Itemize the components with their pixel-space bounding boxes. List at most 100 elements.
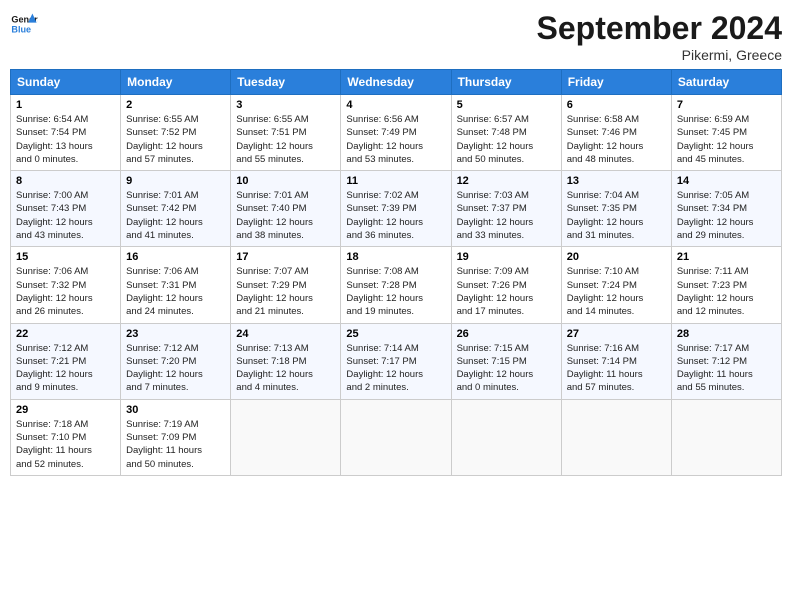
day-number: 15 bbox=[16, 251, 115, 263]
day-info: Sunrise: 7:10 AM Sunset: 7:24 PM Dayligh… bbox=[567, 265, 666, 318]
day-number: 1 bbox=[16, 99, 115, 111]
calendar-cell bbox=[561, 399, 671, 475]
day-number: 13 bbox=[567, 175, 666, 187]
day-number: 7 bbox=[677, 99, 776, 111]
day-number: 16 bbox=[126, 251, 225, 263]
calendar-cell: 28 Sunrise: 7:17 AM Sunset: 7:12 PM Dayli… bbox=[671, 323, 781, 399]
day-number: 6 bbox=[567, 99, 666, 111]
day-info: Sunrise: 7:12 AM Sunset: 7:21 PM Dayligh… bbox=[16, 342, 115, 395]
day-number: 28 bbox=[677, 328, 776, 340]
calendar-cell: 13 Sunrise: 7:04 AM Sunset: 7:35 PM Dayli… bbox=[561, 171, 671, 247]
day-info: Sunrise: 7:02 AM Sunset: 7:39 PM Dayligh… bbox=[346, 189, 445, 242]
calendar-cell: 5 Sunrise: 6:57 AM Sunset: 7:48 PM Daylig… bbox=[451, 95, 561, 171]
day-number: 18 bbox=[346, 251, 445, 263]
day-info: Sunrise: 6:56 AM Sunset: 7:49 PM Dayligh… bbox=[346, 113, 445, 166]
day-number: 25 bbox=[346, 328, 445, 340]
day-info: Sunrise: 7:12 AM Sunset: 7:20 PM Dayligh… bbox=[126, 342, 225, 395]
calendar-cell bbox=[671, 399, 781, 475]
calendar-cell: 2Sunrise: 6:55 AM Sunset: 7:52 PM Daylig… bbox=[121, 95, 231, 171]
day-info: Sunrise: 7:06 AM Sunset: 7:32 PM Dayligh… bbox=[16, 265, 115, 318]
calendar-table: SundayMondayTuesdayWednesdayThursdayFrid… bbox=[10, 69, 782, 476]
day-info: Sunrise: 6:55 AM Sunset: 7:52 PM Dayligh… bbox=[126, 113, 225, 166]
calendar-day-header: Wednesday bbox=[341, 70, 451, 95]
day-info: Sunrise: 7:15 AM Sunset: 7:15 PM Dayligh… bbox=[457, 342, 556, 395]
calendar-cell: 14 Sunrise: 7:05 AM Sunset: 7:34 PM Dayli… bbox=[671, 171, 781, 247]
day-number: 26 bbox=[457, 328, 556, 340]
calendar-cell: 26 Sunrise: 7:15 AM Sunset: 7:15 PM Dayli… bbox=[451, 323, 561, 399]
day-number: 20 bbox=[567, 251, 666, 263]
calendar-cell: 29 Sunrise: 7:18 AM Sunset: 7:10 PM Dayli… bbox=[11, 399, 121, 475]
calendar-day-header: Tuesday bbox=[231, 70, 341, 95]
day-info: Sunrise: 7:04 AM Sunset: 7:35 PM Dayligh… bbox=[567, 189, 666, 242]
calendar-cell: 17 Sunrise: 7:07 AM Sunset: 7:29 PM Dayli… bbox=[231, 247, 341, 323]
calendar-cell: 16Sunrise: 7:06 AM Sunset: 7:31 PM Dayli… bbox=[121, 247, 231, 323]
day-info: Sunrise: 6:55 AM Sunset: 7:51 PM Dayligh… bbox=[236, 113, 335, 166]
calendar-day-header: Saturday bbox=[671, 70, 781, 95]
calendar-cell: 1Sunrise: 6:54 AM Sunset: 7:54 PM Daylig… bbox=[11, 95, 121, 171]
svg-text:Blue: Blue bbox=[11, 24, 31, 34]
day-number: 9 bbox=[126, 175, 225, 187]
day-info: Sunrise: 7:01 AM Sunset: 7:40 PM Dayligh… bbox=[236, 189, 335, 242]
calendar-day-header: Thursday bbox=[451, 70, 561, 95]
calendar-cell: 27Sunrise: 7:16 AM Sunset: 7:14 PM Dayli… bbox=[561, 323, 671, 399]
day-number: 11 bbox=[346, 175, 445, 187]
calendar-cell: 10 Sunrise: 7:01 AM Sunset: 7:40 PM Dayli… bbox=[231, 171, 341, 247]
day-number: 30 bbox=[126, 404, 225, 416]
location-subtitle: Pikermi, Greece bbox=[537, 47, 782, 63]
day-number: 10 bbox=[236, 175, 335, 187]
calendar-cell: 20 Sunrise: 7:10 AM Sunset: 7:24 PM Dayli… bbox=[561, 247, 671, 323]
calendar-week-row: 22 Sunrise: 7:12 AM Sunset: 7:21 PM Dayli… bbox=[11, 323, 782, 399]
calendar-week-row: 15 Sunrise: 7:06 AM Sunset: 7:32 PM Dayli… bbox=[11, 247, 782, 323]
calendar-cell: 15 Sunrise: 7:06 AM Sunset: 7:32 PM Dayli… bbox=[11, 247, 121, 323]
day-number: 23 bbox=[126, 328, 225, 340]
calendar-cell: 24Sunrise: 7:13 AM Sunset: 7:18 PM Dayli… bbox=[231, 323, 341, 399]
calendar-cell: 4 Sunrise: 6:56 AM Sunset: 7:49 PM Daylig… bbox=[341, 95, 451, 171]
day-info: Sunrise: 7:03 AM Sunset: 7:37 PM Dayligh… bbox=[457, 189, 556, 242]
calendar-day-header: Sunday bbox=[11, 70, 121, 95]
day-number: 17 bbox=[236, 251, 335, 263]
calendar-cell: 6 Sunrise: 6:58 AM Sunset: 7:46 PM Daylig… bbox=[561, 95, 671, 171]
calendar-cell: 22 Sunrise: 7:12 AM Sunset: 7:21 PM Dayli… bbox=[11, 323, 121, 399]
calendar-cell: 18 Sunrise: 7:08 AM Sunset: 7:28 PM Dayli… bbox=[341, 247, 451, 323]
day-info: Sunrise: 7:07 AM Sunset: 7:29 PM Dayligh… bbox=[236, 265, 335, 318]
day-number: 3 bbox=[236, 99, 335, 111]
day-info: Sunrise: 7:19 AM Sunset: 7:09 PM Dayligh… bbox=[126, 418, 225, 471]
day-number: 12 bbox=[457, 175, 556, 187]
calendar-cell: 8 Sunrise: 7:00 AM Sunset: 7:43 PM Daylig… bbox=[11, 171, 121, 247]
day-number: 22 bbox=[16, 328, 115, 340]
day-info: Sunrise: 7:00 AM Sunset: 7:43 PM Dayligh… bbox=[16, 189, 115, 242]
month-title: September 2024 bbox=[537, 10, 782, 47]
calendar-cell: 19 Sunrise: 7:09 AM Sunset: 7:26 PM Dayli… bbox=[451, 247, 561, 323]
day-number: 8 bbox=[16, 175, 115, 187]
calendar-header-row: SundayMondayTuesdayWednesdayThursdayFrid… bbox=[11, 70, 782, 95]
day-number: 4 bbox=[346, 99, 445, 111]
day-info: Sunrise: 7:11 AM Sunset: 7:23 PM Dayligh… bbox=[677, 265, 776, 318]
calendar-cell: 12 Sunrise: 7:03 AM Sunset: 7:37 PM Dayli… bbox=[451, 171, 561, 247]
calendar-body: 1Sunrise: 6:54 AM Sunset: 7:54 PM Daylig… bbox=[11, 95, 782, 476]
day-info: Sunrise: 7:01 AM Sunset: 7:42 PM Dayligh… bbox=[126, 189, 225, 242]
logo: General Blue bbox=[10, 10, 38, 38]
day-number: 24 bbox=[236, 328, 335, 340]
logo-icon: General Blue bbox=[10, 10, 38, 38]
day-info: Sunrise: 6:58 AM Sunset: 7:46 PM Dayligh… bbox=[567, 113, 666, 166]
day-number: 19 bbox=[457, 251, 556, 263]
day-info: Sunrise: 7:09 AM Sunset: 7:26 PM Dayligh… bbox=[457, 265, 556, 318]
title-block: September 2024 Pikermi, Greece bbox=[537, 10, 782, 63]
calendar-cell: 3 Sunrise: 6:55 AM Sunset: 7:51 PM Daylig… bbox=[231, 95, 341, 171]
day-info: Sunrise: 7:18 AM Sunset: 7:10 PM Dayligh… bbox=[16, 418, 115, 471]
calendar-cell bbox=[231, 399, 341, 475]
calendar-cell: 7Sunrise: 6:59 AM Sunset: 7:45 PM Daylig… bbox=[671, 95, 781, 171]
day-info: Sunrise: 7:17 AM Sunset: 7:12 PM Dayligh… bbox=[677, 342, 776, 395]
calendar-week-row: 8 Sunrise: 7:00 AM Sunset: 7:43 PM Daylig… bbox=[11, 171, 782, 247]
day-info: Sunrise: 6:57 AM Sunset: 7:48 PM Dayligh… bbox=[457, 113, 556, 166]
day-number: 14 bbox=[677, 175, 776, 187]
day-number: 5 bbox=[457, 99, 556, 111]
day-info: Sunrise: 7:08 AM Sunset: 7:28 PM Dayligh… bbox=[346, 265, 445, 318]
day-info: Sunrise: 7:05 AM Sunset: 7:34 PM Dayligh… bbox=[677, 189, 776, 242]
calendar-cell bbox=[341, 399, 451, 475]
calendar-cell: 11 Sunrise: 7:02 AM Sunset: 7:39 PM Dayli… bbox=[341, 171, 451, 247]
day-number: 29 bbox=[16, 404, 115, 416]
calendar-cell: 23 Sunrise: 7:12 AM Sunset: 7:20 PM Dayli… bbox=[121, 323, 231, 399]
calendar-day-header: Friday bbox=[561, 70, 671, 95]
calendar-cell: 25Sunrise: 7:14 AM Sunset: 7:17 PM Dayli… bbox=[341, 323, 451, 399]
